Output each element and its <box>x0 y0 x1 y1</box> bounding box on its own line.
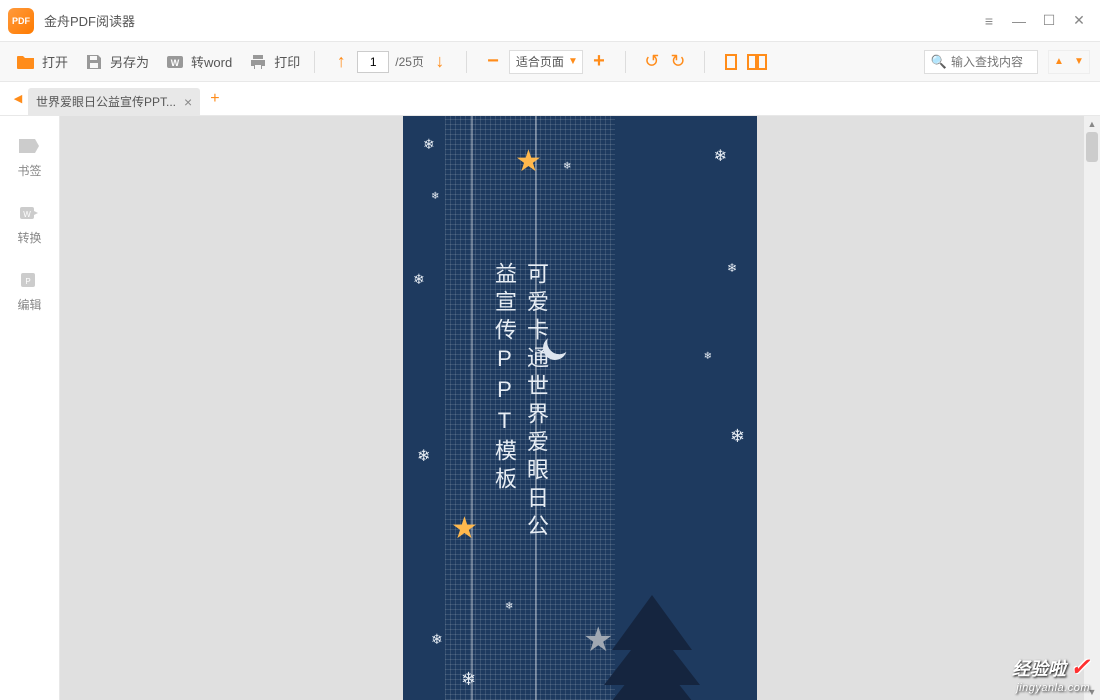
main-area: 书签 W 转换 P 编辑 可爱卡通世界爱眼日公益宣传PPT模板 ★ ★ ★ ❄ … <box>0 116 1100 700</box>
check-icon: ✓ <box>1070 653 1090 682</box>
snowflake-icon: ❄ <box>714 146 727 166</box>
print-label: 打印 <box>274 52 300 71</box>
sidebar-convert-label: 转换 <box>17 229 41 246</box>
maximize-button[interactable]: ☐ <box>1036 8 1062 34</box>
snowflake-icon: ❄ <box>413 271 425 288</box>
divider <box>704 51 705 73</box>
divider <box>466 51 467 73</box>
zoom-in-button[interactable]: + <box>589 52 609 72</box>
grid-line <box>471 116 473 700</box>
tab-close-button[interactable]: × <box>184 94 192 110</box>
search-box[interactable]: 🔍 <box>924 50 1038 74</box>
rotate-left-button[interactable]: ↺ <box>642 52 662 72</box>
snowflake-icon: ❄ <box>563 161 571 172</box>
document-tab[interactable]: 世界爱眼日公益宣传PPT... × <box>28 88 200 116</box>
app-title: 金舟PDF阅读器 <box>44 11 976 30</box>
convert-icon: W <box>17 203 41 223</box>
sidebar-item-edit[interactable]: P 编辑 <box>17 270 41 313</box>
to-word-button[interactable]: W 转word <box>159 48 238 76</box>
tree-graphic <box>577 560 727 700</box>
pdf-page: 可爱卡通世界爱眼日公益宣传PPT模板 ★ ★ ★ ❄ ❄ ❄ ❄ ❄ ❄ ❄ ❄… <box>403 116 757 700</box>
save-icon <box>84 52 104 72</box>
star-icon: ★ <box>451 511 478 546</box>
divider <box>314 51 315 73</box>
close-button[interactable]: ✕ <box>1066 8 1092 34</box>
rotate-group: ↺ ↻ <box>634 52 696 72</box>
tab-scroll-left[interactable]: ◀ <box>8 92 28 105</box>
double-page-button[interactable] <box>747 52 767 72</box>
document-title-text: 可爱卡通世界爱眼日公益宣传PPT模板 <box>488 262 552 554</box>
search-icon: 🔍 <box>931 54 947 70</box>
search-next-button[interactable]: ▼ <box>1069 51 1089 73</box>
prev-page-button[interactable]: ↑ <box>331 52 351 72</box>
search-nav: ▲ ▼ <box>1048 50 1090 74</box>
zoom-group: − 适合页面 ▼ + <box>475 50 617 74</box>
star-icon: ★ <box>515 144 542 179</box>
print-icon <box>248 52 268 72</box>
page-total-label: /25页 <box>395 53 424 70</box>
window-controls: ≡ — ☐ ✕ <box>976 8 1092 34</box>
snowflake-icon: ❄ <box>727 261 737 275</box>
folder-icon <box>16 52 36 72</box>
svg-text:W: W <box>171 58 180 68</box>
page-nav-group: ↑ /25页 ↓ <box>323 51 458 73</box>
sidebar-edit-label: 编辑 <box>17 296 41 313</box>
watermark-url: jingyanla.com <box>1012 682 1090 694</box>
snowflake-icon: ❄ <box>704 351 712 362</box>
document-viewer[interactable]: 可爱卡通世界爱眼日公益宣传PPT模板 ★ ★ ★ ❄ ❄ ❄ ❄ ❄ ❄ ❄ ❄… <box>60 116 1100 700</box>
menu-button[interactable]: ≡ <box>976 8 1002 34</box>
snowflake-icon: ❄ <box>417 446 430 466</box>
sidebar: 书签 W 转换 P 编辑 <box>0 116 60 700</box>
open-button[interactable]: 打开 <box>10 48 74 76</box>
search-prev-button[interactable]: ▲ <box>1049 51 1069 73</box>
caret-down-icon: ▼ <box>568 56 578 67</box>
watermark-brand: 经验啦 <box>1012 655 1066 681</box>
sidebar-bookmark-label: 书签 <box>17 162 41 179</box>
snowflake-icon: ❄ <box>505 601 513 612</box>
new-tab-button[interactable]: + <box>210 90 219 108</box>
watermark: 经验啦 ✓ jingyanla.com <box>1012 653 1090 694</box>
zoom-label: 适合页面 <box>516 53 564 70</box>
minimize-button[interactable]: — <box>1006 8 1032 34</box>
tab-title: 世界爱眼日公益宣传PPT... <box>36 93 176 110</box>
snowflake-icon: ❄ <box>431 631 443 648</box>
snowflake-icon: ❄ <box>431 191 439 202</box>
tabbar: ◀ 世界爱眼日公益宣传PPT... × + <box>0 82 1100 116</box>
rotate-right-button[interactable]: ↻ <box>668 52 688 72</box>
sidebar-item-convert[interactable]: W 转换 <box>17 203 41 246</box>
vertical-scrollbar[interactable]: ▲ ▼ <box>1084 116 1100 700</box>
scroll-track[interactable] <box>1086 132 1098 684</box>
zoom-select[interactable]: 适合页面 ▼ <box>509 50 583 74</box>
next-page-button[interactable]: ↓ <box>430 52 450 72</box>
snowflake-icon: ❄ <box>423 136 435 153</box>
scroll-up-button[interactable]: ▲ <box>1084 116 1100 132</box>
app-logo-icon: PDF <box>8 8 34 34</box>
word-icon: W <box>165 52 185 72</box>
zoom-out-button[interactable]: − <box>483 52 503 72</box>
bookmark-icon <box>17 136 41 156</box>
to-word-label: 转word <box>191 52 232 71</box>
search-input[interactable] <box>951 55 1031 69</box>
save-as-label: 另存为 <box>110 52 149 71</box>
divider <box>625 51 626 73</box>
single-page-button[interactable] <box>721 52 741 72</box>
view-mode-group <box>713 52 775 72</box>
page-input[interactable] <box>357 51 389 73</box>
svg-text:W: W <box>24 210 32 219</box>
svg-text:P: P <box>26 277 31 286</box>
sidebar-item-bookmark[interactable]: 书签 <box>17 136 41 179</box>
print-button[interactable]: 打印 <box>242 48 306 76</box>
edit-icon: P <box>17 270 41 290</box>
save-as-button[interactable]: 另存为 <box>78 48 155 76</box>
toolbar: 打开 另存为 W 转word 打印 ↑ /25页 ↓ − 适合页面 ▼ + ↺ <box>0 42 1100 82</box>
scroll-thumb[interactable] <box>1086 132 1098 162</box>
titlebar: PDF 金舟PDF阅读器 ≡ — ☐ ✕ <box>0 0 1100 42</box>
snowflake-icon: ❄ <box>730 426 745 447</box>
open-label: 打开 <box>42 52 68 71</box>
snowflake-icon: ❄ <box>461 669 476 690</box>
